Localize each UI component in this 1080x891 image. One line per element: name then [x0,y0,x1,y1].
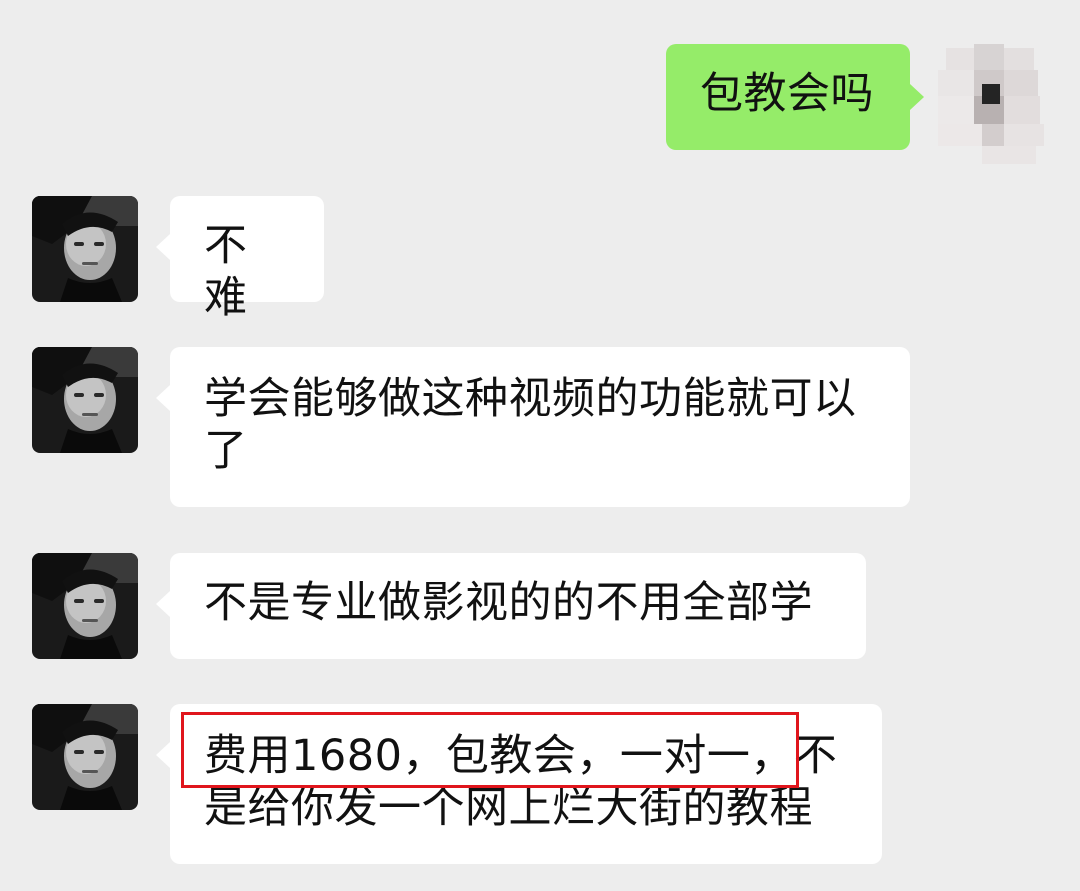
message-bubble-outgoing[interactable]: 包教会吗 [666,44,924,150]
portrait-avatar-icon[interactable] [32,704,138,810]
message-bubble-incoming[interactable]: 费用1680，包教会，一对一，不是给你发一个网上烂大街的教程 [156,704,882,864]
portrait-avatar-icon[interactable] [32,196,138,302]
message-text: 费用1680，包教会，一对一，不是给你发一个网上烂大街的教程 [204,731,838,833]
portrait-avatar-icon[interactable] [32,553,138,659]
message-text: 包教会吗 [700,69,874,119]
message-text: 学会能够做这种视频的功能就可以了 [204,374,857,476]
message-bubble-incoming[interactable]: 不是专业做影视的的不用全部学 [156,553,866,659]
portrait-avatar-icon[interactable] [32,347,138,453]
pixelated-avatar-icon[interactable] [938,44,1046,164]
message-bubble-incoming[interactable]: 不难 [156,196,324,323]
message-bubble-incoming[interactable]: 学会能够做这种视频的功能就可以了 [156,347,910,507]
message-text: 不是专业做影视的的不用全部学 [204,578,813,628]
message-text: 不难 [204,221,248,323]
